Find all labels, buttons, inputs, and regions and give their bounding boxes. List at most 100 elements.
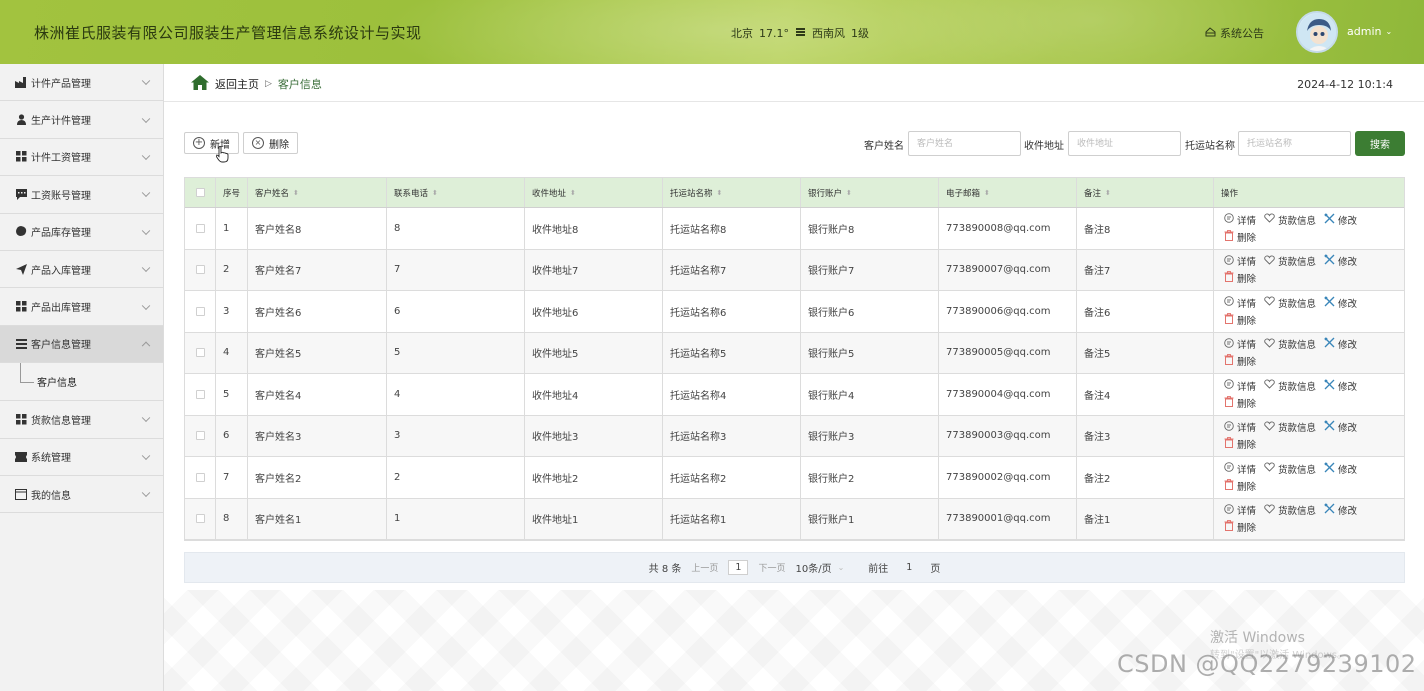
sidebar-item-production[interactable]: 生产计件管理 [0, 101, 163, 139]
edit-label: 修改 [1338, 257, 1358, 269]
edit-button[interactable]: 修改 [1324, 503, 1357, 517]
edit-button[interactable]: 修改 [1324, 254, 1357, 268]
actions-cell: 详情 货款信息 修改 删除 [1214, 416, 1404, 457]
email-cell-text: 773890007@qq.com [946, 264, 1051, 276]
sidebar-item-inbound[interactable]: 产品入库管理 [0, 251, 163, 289]
detail-button[interactable]: 详情 [1224, 420, 1256, 434]
payment-info-button[interactable]: 货款信息 [1264, 296, 1316, 310]
edit-label: 修改 [1338, 215, 1358, 227]
detail-button[interactable]: 详情 [1224, 503, 1256, 517]
detail-button[interactable]: 详情 [1224, 379, 1256, 393]
detail-button[interactable]: 详情 [1224, 296, 1256, 310]
sidebar-item-wage-account[interactable]: 工资账号管理 [0, 176, 163, 214]
goto-page-input[interactable]: 1 [898, 562, 920, 573]
search-button[interactable]: 搜索 [1355, 131, 1405, 156]
row-checkbox[interactable] [195, 306, 205, 316]
sort-icon[interactable]: ⬍ [717, 189, 723, 197]
user-menu[interactable]: admin ⌄ [1347, 25, 1392, 38]
detail-button[interactable]: 详情 [1224, 462, 1256, 476]
edit-button[interactable]: 修改 [1324, 420, 1357, 434]
prev-page-button[interactable]: 上一页 [691, 561, 718, 574]
sort-icon[interactable]: ⬍ [846, 189, 852, 197]
sort-icon[interactable]: ⬍ [293, 189, 299, 197]
row-delete-label: 删除 [1237, 315, 1257, 327]
actions-cell: 详情 货款信息 修改 删除 [1214, 291, 1404, 332]
row-checkbox[interactable] [195, 223, 205, 233]
row-checkbox[interactable] [195, 389, 205, 399]
station-cell: 托运站名称7 [663, 249, 801, 290]
phone-cell: 1 [387, 498, 525, 539]
note-cell: 备注6 [1077, 291, 1214, 332]
sidebar-item-system[interactable]: 系统管理 [0, 439, 163, 476]
column-header[interactable]: 银行账户 ⬍ [801, 178, 939, 207]
payment-info-button[interactable]: 货款信息 [1264, 462, 1316, 476]
column-header[interactable]: 备注 ⬍ [1077, 178, 1214, 207]
detail-button[interactable]: 详情 [1224, 337, 1256, 351]
ticket-icon [15, 451, 27, 463]
address-input[interactable] [1068, 131, 1181, 156]
delete-button[interactable]: × 删除 [243, 132, 298, 154]
payment-info-button[interactable]: 货款信息 [1264, 420, 1316, 434]
list-icon [15, 338, 27, 350]
row-checkbox[interactable] [195, 514, 205, 524]
sidebar-item-customer[interactable]: 客户信息管理 [0, 325, 163, 364]
row-checkbox[interactable] [195, 265, 205, 275]
row-delete-button[interactable]: 删除 [1224, 354, 1256, 368]
phone-cell: 4 [387, 374, 525, 415]
sidebar-item-payment[interactable]: 货款信息管理 [0, 401, 163, 439]
table-row: 3 客户姓名6 6 收件地址6 托运站名称6 银行账户6 773890006@qq.com 备… [185, 291, 1404, 333]
sort-icon[interactable]: ⬍ [984, 189, 990, 197]
row-checkbox[interactable] [195, 348, 205, 358]
detail-icon [1224, 213, 1234, 226]
sort-icon[interactable]: ⬍ [570, 189, 576, 197]
edit-button[interactable]: 修改 [1324, 462, 1357, 476]
add-button[interactable]: + 新增 [184, 132, 239, 154]
detail-button[interactable]: 详情 [1224, 213, 1256, 227]
sort-icon[interactable]: ⬍ [432, 189, 438, 197]
customer-name-input[interactable] [908, 131, 1021, 156]
column-header[interactable]: 客户姓名 ⬍ [248, 178, 387, 207]
row-delete-button[interactable]: 删除 [1224, 395, 1256, 410]
next-page-button[interactable]: 下一页 [758, 561, 785, 574]
payment-info-button[interactable]: 货款信息 [1264, 379, 1316, 393]
chevron-down-icon [141, 263, 151, 273]
edit-button[interactable]: 修改 [1324, 379, 1357, 393]
edit-button[interactable]: 修改 [1324, 296, 1357, 310]
column-header[interactable]: 托运站名称 ⬍ [663, 178, 801, 207]
edit-button[interactable]: 修改 [1324, 337, 1357, 351]
home-icon[interactable] [191, 75, 209, 93]
column-header[interactable]: 收件地址 ⬍ [525, 178, 663, 207]
row-checkbox[interactable] [195, 472, 205, 482]
payment-info-button[interactable]: 货款信息 [1264, 503, 1316, 517]
payment-info-label: 货款信息 [1278, 215, 1317, 227]
sidebar-item-wage[interactable]: 计件工资管理 [0, 139, 163, 177]
page-size-select[interactable]: 10条/页 ⌄ [795, 560, 844, 575]
sidebar-item-outbound[interactable]: 产品出库管理 [0, 288, 163, 326]
column-header[interactable]: 联系电话 ⬍ [387, 178, 525, 207]
payment-info-button[interactable]: 货款信息 [1264, 337, 1316, 351]
breadcrumb-home[interactable]: 返回主页 [215, 76, 259, 92]
row-delete-button[interactable]: 删除 [1224, 312, 1257, 327]
row-delete-button[interactable]: 删除 [1224, 478, 1256, 493]
column-header[interactable]: 电子邮箱 ⬍ [939, 178, 1077, 207]
station-input[interactable] [1238, 131, 1351, 156]
row-delete-button[interactable]: 删除 [1224, 229, 1256, 244]
row-select-cell [185, 291, 216, 332]
sidebar-item-piece-product[interactable]: 计件产品管理 [0, 64, 163, 102]
row-delete-button[interactable]: 删除 [1224, 437, 1256, 451]
payment-info-button[interactable]: 货款信息 [1264, 254, 1316, 268]
row-delete-button[interactable]: 删除 [1224, 271, 1256, 285]
sidebar-subitem-customer-info[interactable]: 客户信息 [0, 363, 163, 402]
system-notice-link[interactable]: 系统公告 [1205, 25, 1264, 41]
row-checkbox[interactable] [195, 431, 205, 441]
sidebar-item-my-info[interactable]: 我的信息 [0, 476, 163, 514]
payment-info-button[interactable]: 货款信息 [1264, 213, 1316, 227]
row-delete-button[interactable]: 删除 [1224, 520, 1256, 534]
sort-icon[interactable]: ⬍ [1105, 189, 1111, 197]
detail-button[interactable]: 详情 [1224, 254, 1256, 268]
sidebar-item-stock[interactable]: 产品库存管理 [0, 214, 163, 251]
select-all-checkbox[interactable] [195, 188, 205, 197]
current-page[interactable]: 1 [728, 560, 749, 575]
edit-button[interactable]: 修改 [1324, 213, 1357, 227]
avatar[interactable] [1296, 11, 1338, 53]
